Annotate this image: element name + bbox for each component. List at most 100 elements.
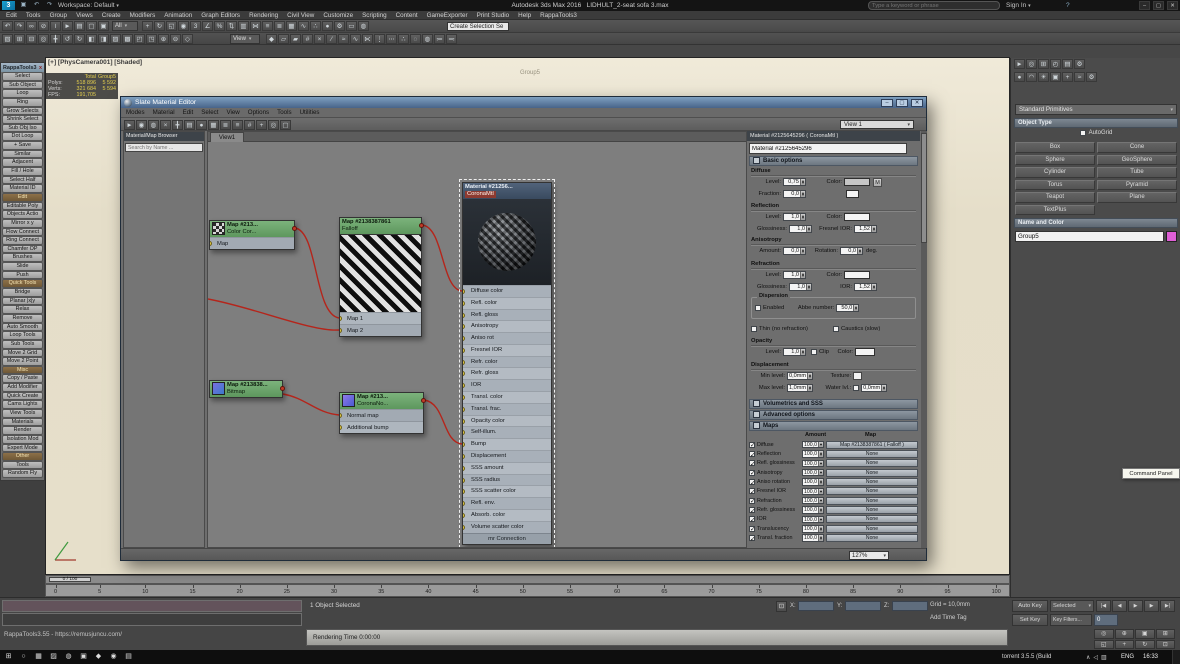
rappatools-button[interactable]: Quick Create (2, 391, 43, 401)
slot-input-dot[interactable] (340, 413, 342, 419)
map-slot-button[interactable]: None (825, 496, 918, 505)
menu-item[interactable]: Create (102, 12, 121, 19)
rappatools-button[interactable]: Sub Tools (2, 339, 43, 349)
network-icon[interactable]: ▥ (1101, 654, 1107, 661)
map-amount-spinner[interactable]: 100,0 (802, 459, 824, 468)
constraints-icon[interactable]: ◧ (86, 34, 97, 44)
rollout-object-type[interactable]: Object Type (1014, 118, 1178, 128)
display-floater-icon[interactable]: ◍ (422, 34, 433, 44)
scale-icon[interactable]: ◱ (166, 21, 177, 31)
zoom-region-icon[interactable]: ▢ (280, 119, 291, 130)
menu-item[interactable]: Civil View (287, 12, 314, 19)
aniso-rotation-spinner[interactable]: 0,0 (840, 246, 863, 256)
menu-item[interactable]: Print Studio (477, 12, 510, 19)
pick-material-icon[interactable]: ◉ (136, 119, 147, 130)
zoom-icon[interactable]: ◎ (1094, 629, 1114, 639)
bind-spacewarp-icon[interactable]: ≀ (50, 21, 61, 31)
move-icon[interactable]: + (142, 21, 153, 31)
primitive-button[interactable]: Teapot (1015, 192, 1095, 203)
primitive-category-dropdown[interactable]: Standard Primitives ▾ (1015, 104, 1177, 115)
show-background-icon[interactable]: ▦ (208, 119, 219, 130)
hierarchy-tab-icon[interactable]: ⊞ (1038, 59, 1049, 69)
node-output-dot[interactable] (419, 223, 424, 228)
material-slot-row[interactable]: Refl. gloss (463, 308, 551, 321)
material-slot-row[interactable]: Refr. color (463, 355, 551, 368)
rollout-basic-options[interactable]: Basic options (749, 156, 918, 166)
motion-tab-icon[interactable]: ◴ (1050, 59, 1061, 69)
opacity-color-swatch[interactable] (855, 348, 875, 356)
map-amount-spinner[interactable]: 100,0 (802, 496, 824, 505)
rappatools-button[interactable]: Expert Mode (2, 443, 43, 453)
align-icon[interactable]: ≡ (262, 21, 273, 31)
rollout-advanced[interactable]: Advanced options (749, 410, 918, 420)
slot-input-dot[interactable] (463, 442, 465, 448)
node-color-correction[interactable]: Map #213... Color Cor... Map (209, 220, 297, 250)
slot-input-dot[interactable] (340, 425, 342, 431)
opacity-level-spinner[interactable]: 1,0 (783, 347, 806, 357)
menu-item[interactable]: Help (518, 12, 531, 19)
timeline-ruler[interactable]: 0 5 10 15 20 25 30 35 40 45 50 55 60 65 70 75 80 85 90 95 10… (45, 584, 1010, 597)
swift-loop-icon[interactable]: ↻ (74, 34, 85, 44)
max-level-spinner[interactable]: 1,0mm (787, 383, 814, 393)
slate-menu-item[interactable]: Edit (183, 109, 194, 116)
slate-maximize-button[interactable]: ▢ (896, 98, 908, 107)
map-enable-checkbox[interactable] (749, 507, 755, 515)
menu-item[interactable]: Views (76, 12, 93, 19)
layout-all-icon[interactable]: ≣ (220, 119, 231, 130)
material-slot-row[interactable]: Aniso rot (463, 332, 551, 344)
rappatools-button[interactable]: View Tools (2, 408, 43, 418)
diffuse-level-spinner[interactable]: 0,75 (783, 177, 806, 187)
display-tab-icon[interactable]: ▤ (1062, 59, 1073, 69)
rollout-maps[interactable]: Maps (749, 421, 918, 431)
measure-icon[interactable]: ∴ (398, 34, 409, 44)
redo-icon[interactable]: ↷ (45, 1, 54, 10)
select-tool-icon[interactable]: ► (124, 119, 135, 130)
rappatools-button[interactable]: Dot Loop (2, 132, 43, 142)
create-tab-icon[interactable]: ► (1014, 59, 1025, 69)
menu-item[interactable]: Tools (26, 12, 41, 19)
systems-icon[interactable]: ⚙ (1086, 72, 1097, 82)
selection-paint-icon[interactable]: ◎ (38, 34, 49, 44)
slate-menu-item[interactable]: View (226, 109, 239, 116)
object-paint-icon[interactable]: ╋ (50, 34, 61, 44)
map-amount-spinner[interactable]: 100,0 (802, 506, 824, 514)
menu-item[interactable]: Animation (164, 12, 192, 19)
rappatools-button[interactable]: Flow Connect (2, 227, 43, 237)
reflection-level-spinner[interactable]: 1,0 (783, 212, 806, 222)
chamfer-icon[interactable]: ◆ (266, 34, 277, 44)
rollout-volumetrics[interactable]: Volumetrics and SSS (749, 399, 918, 409)
cut-icon[interactable]: × (314, 34, 325, 44)
save-icon[interactable]: ▣ (19, 1, 28, 10)
start-button[interactable]: ⊞ (2, 651, 15, 663)
add-time-tag[interactable]: Add Time Tag (930, 615, 967, 621)
zoom-all-icon[interactable]: ⊕ (1114, 629, 1134, 639)
selection-filter-dropdown[interactable]: All ▾ (112, 21, 138, 31)
zoom-extents-icon[interactable]: ▣ (1135, 629, 1155, 639)
rappatools-button[interactable]: Edit (2, 192, 43, 202)
reflection-color-swatch[interactable] (844, 213, 870, 221)
primitive-button[interactable]: TextPlus (1015, 204, 1095, 215)
rappatools-button[interactable]: Move 2 Point (2, 357, 43, 366)
rappatools-button[interactable]: Shrink Select (2, 115, 43, 124)
angle-snap-icon[interactable]: ∠ (202, 21, 213, 31)
move-children-icon[interactable]: ╋ (172, 119, 183, 130)
rappatools-button[interactable]: Objects Actio (2, 210, 43, 219)
slot-input-dot[interactable] (463, 288, 465, 294)
autogrid-checkbox[interactable] (1079, 130, 1086, 136)
rappatools-button[interactable]: Relax (2, 305, 43, 314)
thin-checkbox[interactable] (751, 326, 757, 332)
map-amount-spinner[interactable]: 100,0 (802, 468, 824, 477)
rappatools-button[interactable]: Quick Tools (2, 279, 43, 289)
edit-named-selections-icon[interactable]: ▥ (238, 21, 249, 31)
map-slot-button[interactable]: Map #2138387861 ( Falloff ) (825, 440, 918, 449)
undo-icon[interactable]: ↶ (32, 1, 41, 10)
tray-expand-icon[interactable]: ∧ (1086, 654, 1090, 661)
3dsmax-logo-icon[interactable]: 3 (2, 1, 15, 10)
rappatools-button[interactable]: Tools (2, 460, 43, 470)
help-search-input[interactable] (868, 1, 1000, 10)
map-enable-checkbox[interactable] (749, 525, 755, 533)
map-slot-button[interactable]: None (825, 468, 918, 477)
spacewarps-icon[interactable]: ≈ (1074, 72, 1085, 82)
slot-input-dot[interactable] (463, 513, 465, 519)
map-enable-checkbox[interactable] (749, 460, 755, 468)
